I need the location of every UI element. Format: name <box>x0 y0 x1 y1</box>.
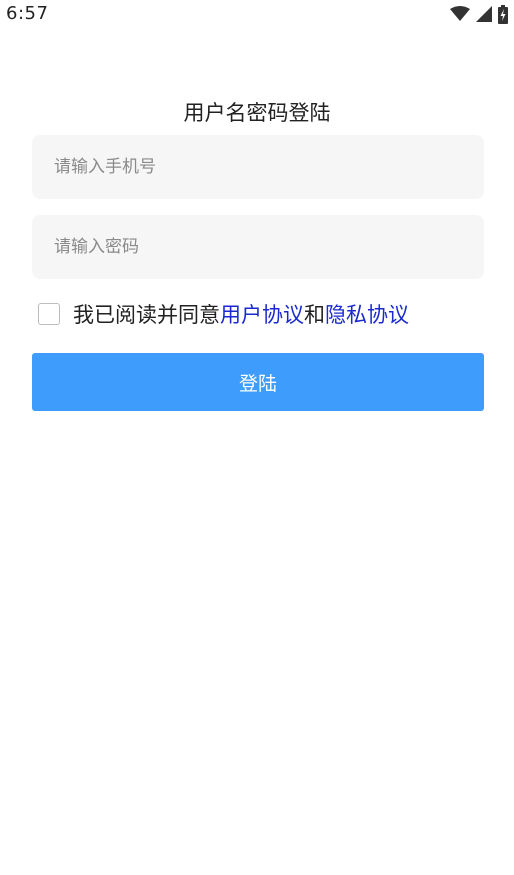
agreement-text: 我已阅读并同意用户协议和隐私协议 <box>73 299 409 329</box>
phone-field[interactable] <box>32 135 484 199</box>
phone-input[interactable] <box>32 135 484 199</box>
login-button[interactable]: 登陆 <box>32 353 484 411</box>
password-input[interactable] <box>32 215 484 279</box>
battery-charging-icon <box>498 4 508 24</box>
agreement-conjunction: 和 <box>304 303 325 327</box>
agreement-checkbox[interactable] <box>38 303 60 325</box>
privacy-policy-link[interactable]: 隐私协议 <box>325 303 409 327</box>
cell-signal-icon <box>476 6 492 22</box>
wifi-icon <box>450 6 470 22</box>
status-time: 6:57 <box>6 3 49 24</box>
agreement-row: 我已阅读并同意用户协议和隐私协议 <box>38 299 409 329</box>
status-bar: 6:57 <box>0 0 514 28</box>
page-title: 用户名密码登陆 <box>183 101 331 125</box>
status-icons <box>450 4 508 24</box>
agreement-prefix: 我已阅读并同意 <box>73 303 220 327</box>
password-field[interactable] <box>32 215 484 279</box>
user-agreement-link[interactable]: 用户协议 <box>220 303 304 327</box>
